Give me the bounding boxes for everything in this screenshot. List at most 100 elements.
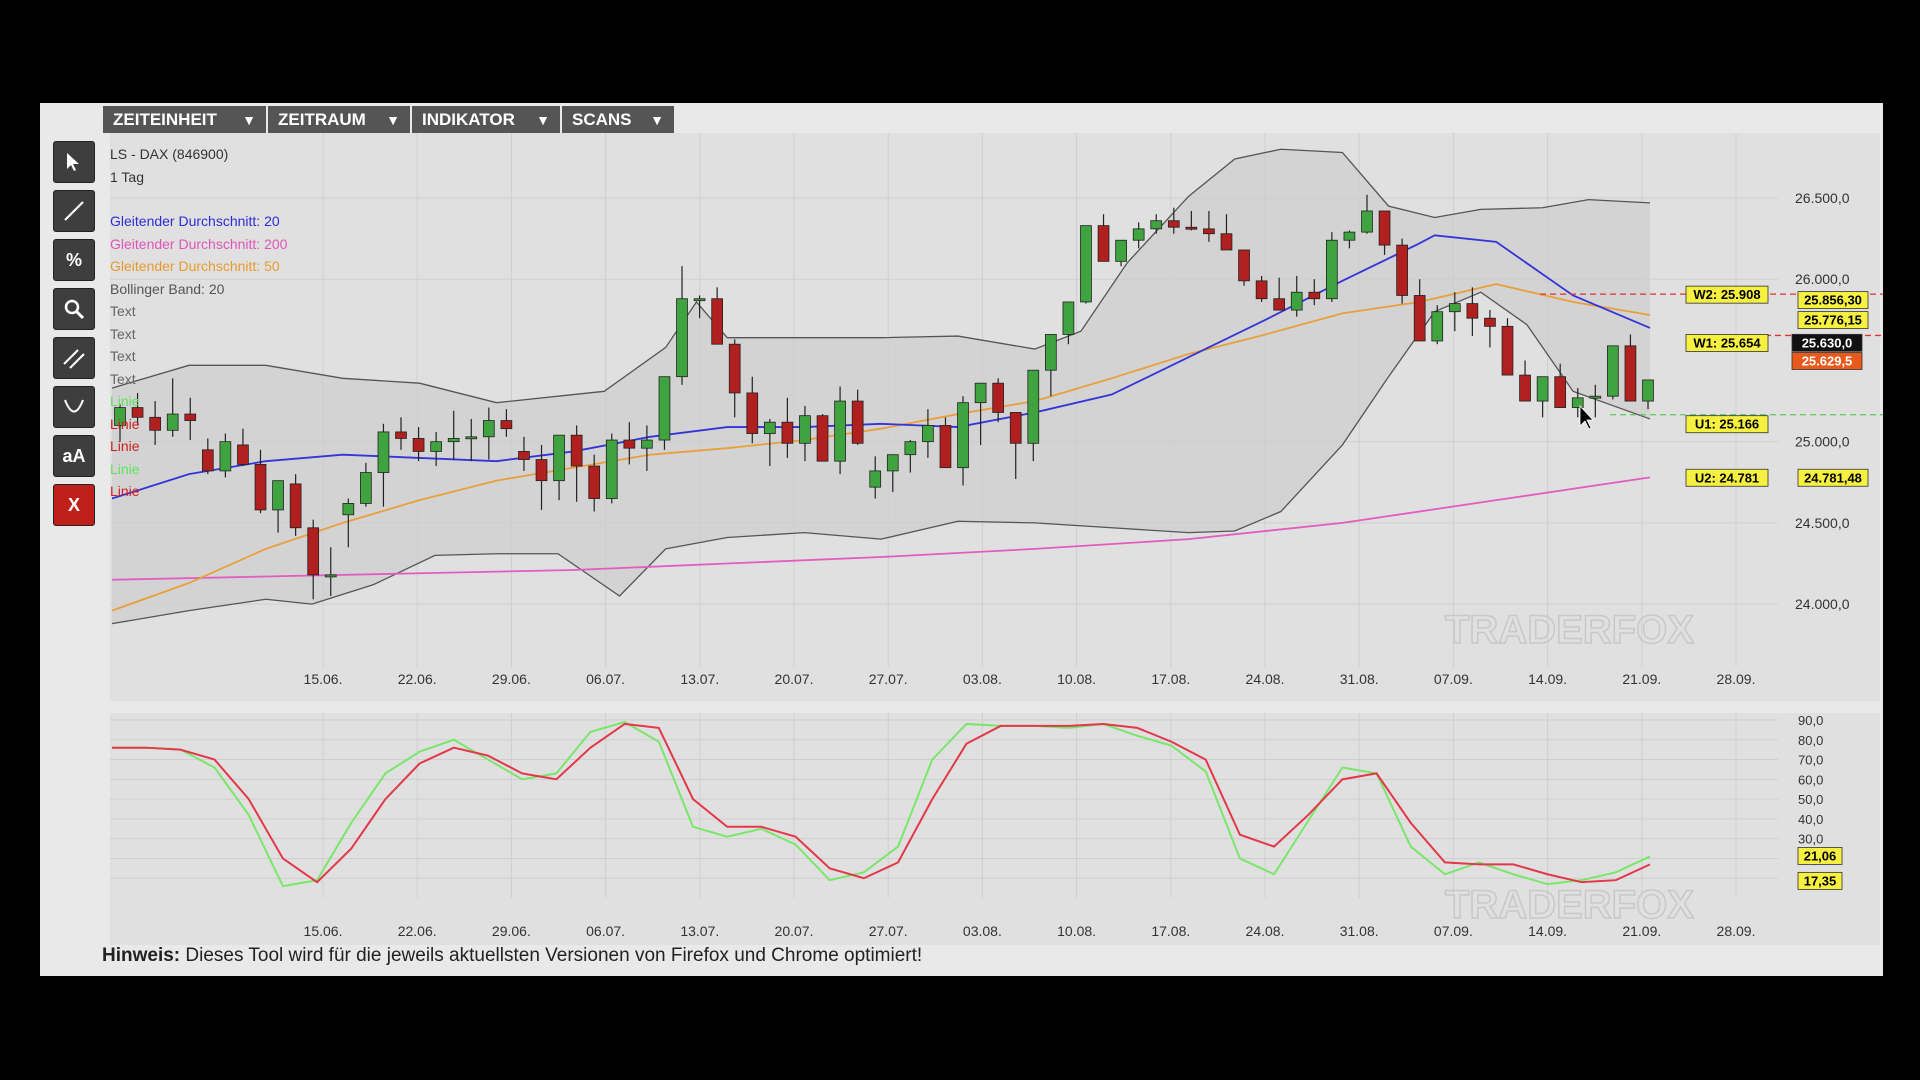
- cursor-tool[interactable]: [53, 141, 95, 183]
- price-label-4: 25.629,5: [1802, 353, 1853, 368]
- chart-legend: LS - DAX (846900) 1 Tag Gleitender Durch…: [110, 143, 287, 503]
- candle-body: [676, 298, 688, 378]
- x-tick-label: 31.08.: [1340, 671, 1379, 687]
- magnifier-icon: [64, 299, 85, 320]
- candle-body: [957, 402, 969, 469]
- candle-body: [412, 438, 425, 452]
- line-tool[interactable]: [53, 190, 95, 232]
- legend-item: Text: [110, 325, 136, 342]
- candle-body: [781, 421, 794, 444]
- instrument-name: LS - DAX (846900): [110, 146, 229, 162]
- watermark-text: TRADERFOX: [1445, 883, 1694, 927]
- y-tick-label: 40,0: [1798, 812, 1823, 827]
- candle-body: [588, 465, 601, 499]
- candle-body: [1642, 379, 1654, 402]
- legend-item: Linie: [110, 460, 140, 477]
- candle-body: [465, 436, 478, 440]
- legend-item: Linie: [110, 415, 140, 432]
- percent-tool[interactable]: %: [53, 239, 95, 281]
- parallel-lines-tool[interactable]: [53, 337, 95, 379]
- y-tick-label: 24.500,0: [1795, 515, 1850, 531]
- x-tick-label: 13.07.: [680, 923, 719, 939]
- candle-body: [430, 441, 442, 452]
- price-label-5: 24.781,48: [1804, 470, 1862, 485]
- candle-body: [518, 451, 530, 460]
- delete-tool[interactable]: X: [53, 484, 95, 526]
- candle-body: [535, 459, 548, 482]
- candle-body: [1343, 231, 1356, 241]
- percent-icon: %: [65, 249, 82, 270]
- candle-body: [799, 415, 811, 444]
- hint-text: Hinweis: Dieses Tool wird für die jeweil…: [102, 945, 922, 967]
- candle-body: [746, 392, 759, 434]
- candle-body: [1062, 301, 1075, 335]
- candle-body: [641, 439, 653, 449]
- level-label-w2: W2: 25.908: [1693, 287, 1760, 302]
- candle-body: [1115, 239, 1127, 262]
- candle-body: [570, 434, 583, 467]
- chart-period: 1 Tag: [110, 168, 144, 185]
- x-tick-label: 13.07.: [680, 671, 719, 687]
- candle-body: [1132, 228, 1145, 241]
- candle-body: [360, 472, 372, 504]
- y-tick-label: 25.000,0: [1795, 434, 1850, 450]
- delete-icon: X: [67, 494, 80, 515]
- candle-body: [447, 438, 460, 443]
- level-label-u1: U1: 25.166: [1695, 417, 1759, 432]
- candle-body: [1220, 233, 1233, 251]
- x-tick-label: 24.08.: [1246, 923, 1285, 939]
- level-label-u2: U2: 24.781: [1695, 470, 1759, 485]
- stochastic-d-label: 17,35: [1804, 873, 1837, 888]
- candle-body: [992, 382, 1005, 413]
- x-tick-label: 10.08.: [1057, 671, 1096, 687]
- x-tick-label: 15.06.: [304, 923, 343, 939]
- watermark-text: TRADERFOX: [1445, 608, 1694, 652]
- x-tick-label: 29.06.: [492, 671, 531, 687]
- x-tick-label: 27.07.: [869, 671, 908, 687]
- candle-body: [1273, 298, 1286, 311]
- chart-canvas[interactable]: 15.06. 22.06. 29.06. 06.07. 13.07. 20.07. 27.0…: [40, 103, 1883, 976]
- candle-body: [1150, 220, 1163, 230]
- candle-body: [1466, 303, 1479, 319]
- candle-body: [1484, 317, 1496, 327]
- candle-body: [377, 431, 390, 473]
- candle-body: [904, 441, 917, 456]
- stochastic-k-label: 21,06: [1804, 848, 1837, 863]
- legend-item: Linie: [110, 438, 140, 454]
- candle-body: [1413, 295, 1426, 342]
- zoom-tool[interactable]: [53, 288, 95, 330]
- y-tick-label: 70,0: [1798, 753, 1823, 768]
- legend-item: Linie: [110, 393, 140, 409]
- candle-body: [1431, 311, 1444, 342]
- candle-body: [395, 431, 407, 439]
- price-label-2: 25.776,15: [1804, 313, 1862, 328]
- y-tick-label: 90,0: [1798, 713, 1823, 728]
- hint-label: Hinweis:: [102, 945, 181, 966]
- y-tick-label: 26.000,0: [1795, 271, 1850, 287]
- candle-body: [1203, 228, 1215, 235]
- curve-tool[interactable]: [53, 386, 95, 428]
- candle-body: [693, 298, 706, 302]
- candle-body: [1167, 220, 1180, 228]
- candle-body: [886, 454, 899, 472]
- candle-body: [711, 298, 723, 345]
- candle-body: [500, 420, 513, 430]
- candle-body: [1589, 395, 1602, 399]
- x-tick-label: 28.09.: [1717, 671, 1756, 687]
- x-tick-label: 20.07.: [775, 671, 814, 687]
- candle-body: [1554, 376, 1567, 408]
- x-tick-label: 17.08.: [1151, 671, 1190, 687]
- candle-body: [1501, 325, 1514, 376]
- candle-body: [324, 574, 337, 578]
- legend-item: Gleitender Durchschnitt: 50: [110, 258, 280, 274]
- candle-body: [1396, 244, 1408, 296]
- candle-body: [851, 400, 864, 444]
- x-tick-label: 10.08.: [1057, 923, 1096, 939]
- text-tool[interactable]: aA: [53, 435, 95, 477]
- candle-body: [728, 343, 741, 394]
- y-tick-label: 24.000,0: [1795, 596, 1850, 612]
- x-tick-label: 07.09.: [1434, 671, 1473, 687]
- candle-body: [658, 376, 671, 441]
- legend-item: Linie: [110, 483, 140, 499]
- x-tick-label: 03.08.: [963, 671, 1002, 687]
